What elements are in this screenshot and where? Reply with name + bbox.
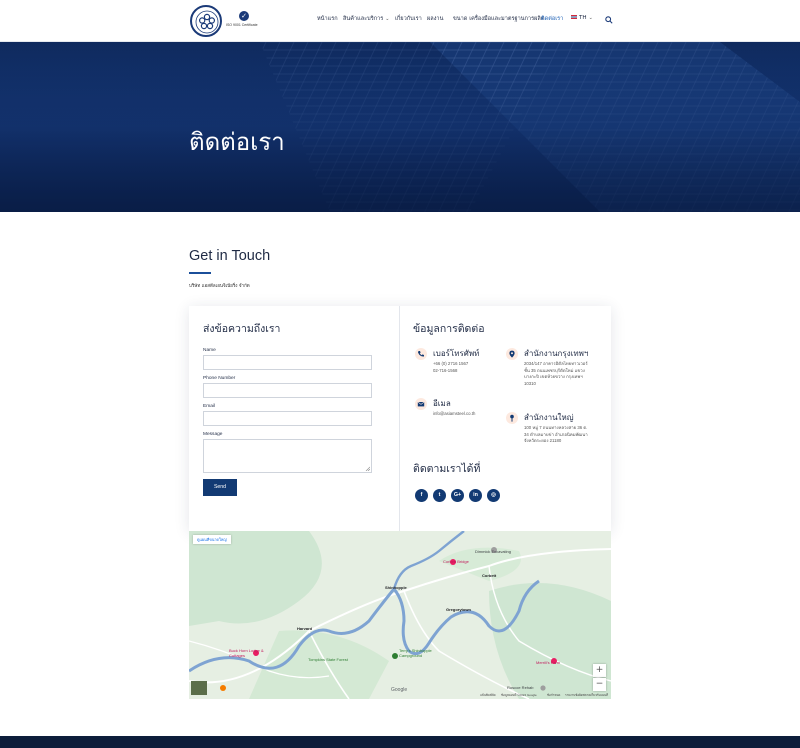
terms-link[interactable]: ข้อกำหนด bbox=[547, 693, 560, 698]
company-name: บริษัท แอสตีลเอนจิเนียริ่ง จำกัด bbox=[189, 284, 250, 289]
follow-us-title: ติดตามเราได้ที่ bbox=[413, 463, 481, 475]
map-canvas[interactable] bbox=[189, 531, 611, 699]
language-selector[interactable]: TH ⌄ bbox=[571, 15, 593, 27]
logo-emblem-icon bbox=[195, 10, 219, 34]
map-label: Corbett Bridge bbox=[443, 559, 469, 564]
email-title: อีเมล bbox=[433, 399, 451, 408]
phone-icon bbox=[415, 348, 427, 360]
twitter-icon[interactable]: t bbox=[433, 489, 446, 502]
site-footer bbox=[0, 736, 800, 748]
title-underline bbox=[189, 272, 211, 274]
google-plus-icon[interactable]: G+ bbox=[451, 489, 464, 502]
map-data-credit: ข้อมูลแผนที่ ©2022 Google bbox=[501, 693, 537, 697]
hero-banner: ติดต่อเรา bbox=[0, 42, 800, 212]
map-label: Roscoe Rehab bbox=[507, 685, 534, 690]
iso-badge: ✓ ISO 9001 Certificate bbox=[226, 11, 262, 31]
google-logo: Google bbox=[391, 687, 408, 693]
contact-info-title: ข้อมูลการติดต่อ bbox=[413, 323, 485, 335]
chevron-down-icon: ⌄ bbox=[588, 15, 593, 21]
nav-item-portfolio[interactable]: ผลงาน bbox=[427, 15, 443, 27]
map-label: Dimmick Excavating bbox=[475, 549, 512, 554]
email-icon bbox=[415, 398, 427, 410]
zoom-out-button[interactable]: − bbox=[593, 678, 606, 691]
keyboard-shortcuts-link[interactable]: แป้นพิมพ์ลัด bbox=[480, 693, 496, 698]
instagram-icon[interactable]: ◎ bbox=[487, 489, 500, 502]
chevron-down-icon: ⌄ bbox=[385, 16, 390, 22]
zoom-in-button[interactable]: + bbox=[593, 664, 606, 677]
building-background-image bbox=[0, 42, 800, 212]
resize-handle-icon[interactable] bbox=[365, 466, 370, 471]
google-map[interactable]: ดูแผนที่ขนาดใหญ่ Dimmick Excavating Corb… bbox=[189, 531, 611, 699]
form-title: ส่งข้อความถึงเรา bbox=[203, 323, 281, 335]
phone-title: เบอร์โทรศัพท์ bbox=[433, 349, 480, 358]
thai-flag-icon bbox=[571, 15, 577, 19]
map-pin-icon bbox=[506, 412, 518, 424]
section-title: Get in Touch bbox=[189, 248, 271, 264]
map-label: Merrill's Farm bbox=[536, 660, 561, 665]
map-label: Shinhopple bbox=[385, 585, 407, 590]
linkedin-icon[interactable]: in bbox=[469, 489, 482, 502]
name-label: Name bbox=[203, 348, 216, 353]
site-header: ✓ ISO 9001 Certificate หน้าแรก สินค้าและ… bbox=[0, 0, 800, 42]
message-label: Message bbox=[203, 432, 223, 437]
map-label: Gregorytown bbox=[446, 607, 471, 612]
nav-item-contact[interactable]: ติดต่อเรา bbox=[541, 15, 563, 27]
company-logo[interactable] bbox=[190, 5, 222, 37]
email-address[interactable]: info@asiamsteel.co.th bbox=[433, 411, 475, 418]
search-icon[interactable] bbox=[605, 16, 613, 24]
divider bbox=[399, 306, 400, 531]
bangkok-office-title: สำนักงานกรุงเทพฯ bbox=[524, 349, 589, 358]
check-icon: ✓ bbox=[239, 11, 249, 21]
bangkok-address-line: 10310 bbox=[524, 380, 536, 386]
location-pin-icon bbox=[506, 348, 518, 360]
nav-item-about[interactable]: เกี่ยวกับเรา bbox=[395, 15, 422, 27]
contact-card: ส่งข้อความถึงเรา Name Phone Number Email… bbox=[189, 306, 611, 531]
iso-label: ISO 9001 Certificate bbox=[226, 23, 258, 27]
head-office-address-line: จังหวัดระยอง 21180 bbox=[524, 438, 562, 443]
nav-item-standards[interactable]: ขนาด เครื่องมือและมาตรฐานการผลิต bbox=[453, 15, 544, 27]
map-label: Tompkins State Forest bbox=[308, 657, 348, 662]
map-label: Terry's Shinhopple Campground bbox=[399, 648, 432, 658]
phone-number-2[interactable]: 02-716-1568 bbox=[433, 368, 457, 375]
facebook-icon[interactable]: f bbox=[415, 489, 428, 502]
nav-item-products[interactable]: สินค้าและบริการ ⌄ bbox=[343, 15, 389, 27]
map-label: Buck Horn Lodge & Cottages bbox=[229, 648, 264, 658]
page-title: ติดต่อเรา bbox=[189, 128, 285, 156]
report-map-error-link[interactable]: รายงานข้อผิดพลาดเกี่ยวกับแผนที่ bbox=[565, 693, 608, 698]
message-field[interactable] bbox=[203, 439, 372, 473]
name-field[interactable] bbox=[203, 355, 372, 370]
map-label: Corbett bbox=[482, 573, 497, 578]
phone-label: Phone Number bbox=[203, 376, 236, 381]
map-label: Harvard bbox=[297, 626, 313, 631]
send-button[interactable]: Send bbox=[203, 479, 237, 496]
email-field[interactable] bbox=[203, 411, 372, 426]
phone-field[interactable] bbox=[203, 383, 372, 398]
view-larger-map-button[interactable]: ดูแผนที่ขนาดใหญ่ bbox=[193, 535, 231, 544]
email-label: Email bbox=[203, 404, 215, 409]
nav-item-home[interactable]: หน้าแรก bbox=[317, 15, 338, 27]
head-office-title: สำนักงานใหญ่ bbox=[524, 413, 574, 422]
